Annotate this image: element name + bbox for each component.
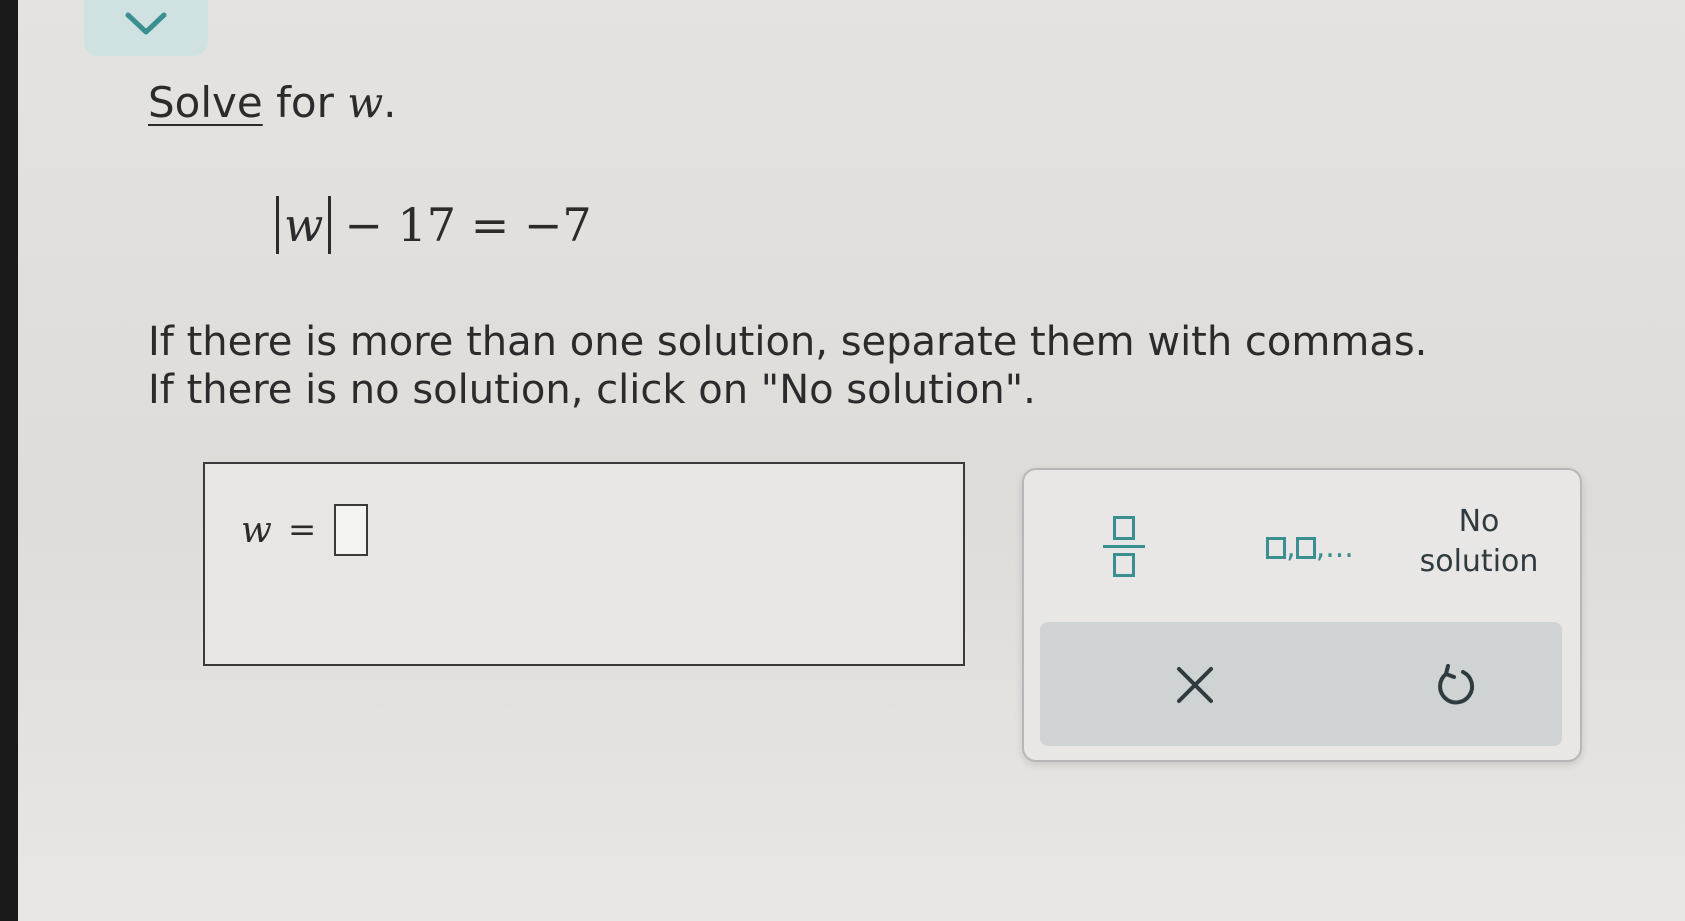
list-box-2 — [1295, 537, 1316, 559]
answer-variable: w — [241, 509, 272, 551]
answer-equals: = — [287, 510, 317, 550]
equation: w − 17 = −7 — [273, 196, 592, 254]
fraction-icon — [1103, 515, 1145, 577]
no-solution-label-line-2: solution — [1419, 544, 1539, 579]
clear-button[interactable] — [1160, 650, 1230, 720]
instructions: If there is more than one solution, sepa… — [148, 318, 1427, 414]
absolute-value-bar-right — [328, 196, 332, 254]
fraction-button[interactable] — [1080, 506, 1168, 586]
absolute-value-bar-left — [276, 196, 279, 254]
fraction-bar — [1103, 544, 1145, 548]
comma-list-icon: ,,... — [1266, 527, 1354, 565]
instruction-line-2: If there is no solution, click on "No so… — [148, 367, 1036, 413]
fraction-denominator-box — [1113, 552, 1135, 577]
close-icon — [1177, 667, 1213, 703]
answer-input[interactable] — [334, 504, 369, 556]
list-box-1 — [1266, 537, 1287, 559]
answer-area: w = — [203, 462, 965, 666]
fraction-numerator-box — [1113, 515, 1135, 540]
no-solution-button[interactable]: No solution — [1404, 500, 1554, 584]
list-separator-1: , — [1286, 530, 1296, 565]
undo-icon — [1438, 664, 1475, 705]
prompt-end: . — [383, 78, 397, 127]
collapse-toggle-button[interactable] — [84, 0, 208, 56]
multiple-solutions-button[interactable]: ,,... — [1240, 518, 1380, 574]
math-keypad: ,,... No solution — [1022, 468, 1582, 762]
instruction-line-1: If there is more than one solution, sepa… — [148, 319, 1428, 365]
question-prompt: Solve for w. — [148, 78, 397, 127]
prompt-variable: w — [347, 78, 384, 127]
chevron-down-icon — [125, 12, 167, 35]
keypad-action-bar — [1040, 622, 1562, 746]
prompt-text: for — [262, 78, 348, 127]
screen: Solve for w. w − 17 = −7 If there is mor… — [18, 0, 1685, 921]
answer-row: w = — [241, 504, 369, 556]
equation-rest: − 17 = −7 — [344, 198, 592, 252]
no-solution-label-line-1: No — [1458, 504, 1500, 539]
equation-variable: w — [284, 198, 324, 252]
solve-link[interactable]: Solve — [148, 78, 263, 127]
list-separator-2: ,... — [1315, 530, 1354, 565]
undo-button[interactable] — [1420, 650, 1490, 720]
